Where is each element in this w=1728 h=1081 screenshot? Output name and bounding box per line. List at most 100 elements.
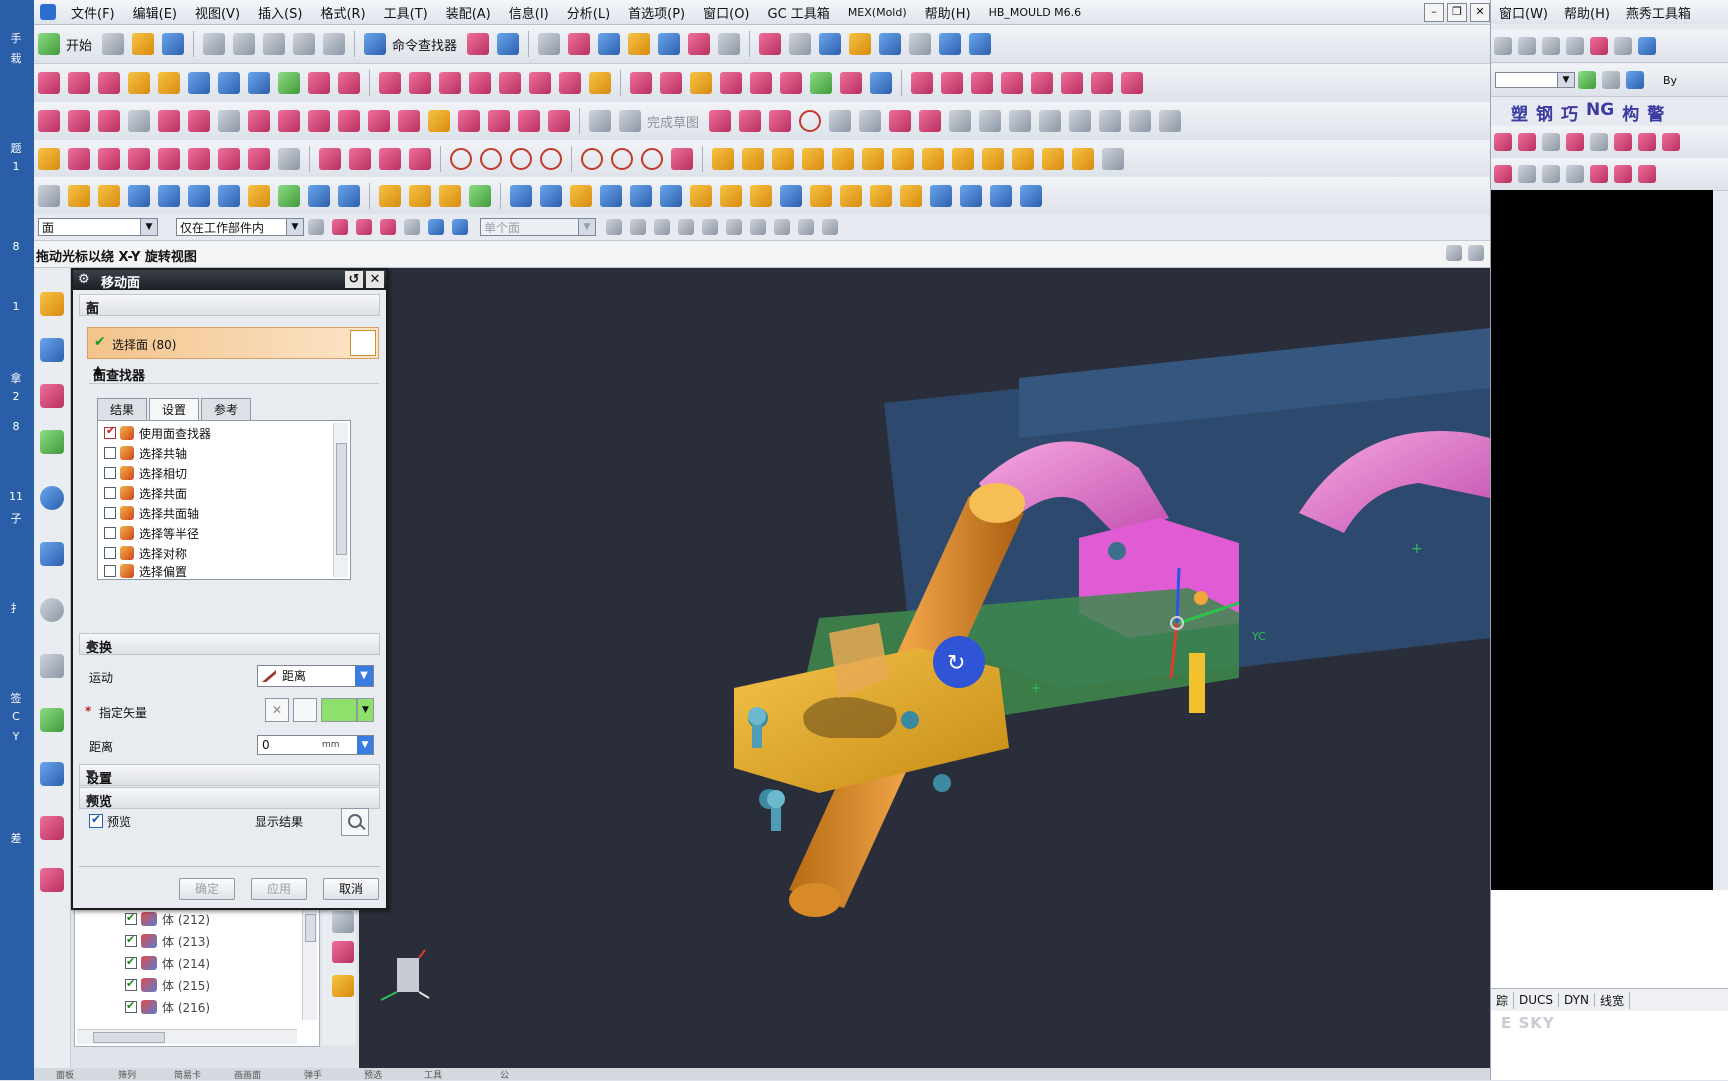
rp-layer-icon[interactable] <box>1602 71 1620 89</box>
rp-cn-button[interactable]: 巧 <box>1561 100 1578 125</box>
command-finder-button[interactable]: 命令查找器 <box>392 35 457 54</box>
studio-spline-icon[interactable] <box>188 110 210 132</box>
edge-blend-icon[interactable] <box>338 185 360 207</box>
select-face-row[interactable]: ✔ 选择面 (80) <box>87 327 379 359</box>
curve-split-icon[interactable] <box>971 72 993 94</box>
tangent-line-icon[interactable] <box>188 148 210 170</box>
rp-layer-icon[interactable] <box>1626 71 1644 89</box>
reuse-library-icon[interactable] <box>40 430 64 454</box>
copy-face-icon[interactable] <box>780 185 802 207</box>
rp-tool-icon[interactable] <box>1494 37 1512 55</box>
type-filter-select[interactable]: 面 ▼ <box>38 218 158 236</box>
split-icon[interactable] <box>349 148 371 170</box>
thicken-icon[interactable] <box>529 72 551 94</box>
rp-tool-icon[interactable] <box>1542 165 1560 183</box>
rp-tool-icon[interactable] <box>1494 133 1512 151</box>
reflection-icon[interactable] <box>840 72 862 94</box>
arc-icon[interactable] <box>68 110 90 132</box>
snap-on-face-icon[interactable] <box>798 219 814 235</box>
through-curves-icon[interactable] <box>218 72 240 94</box>
ruler-icon[interactable] <box>718 33 741 55</box>
snap-mid-icon[interactable] <box>630 219 646 235</box>
trim-body-icon[interactable] <box>540 185 562 207</box>
point-tool-icon[interactable] <box>248 148 270 170</box>
status-maximize-icon[interactable] <box>1468 245 1484 261</box>
bottom-tab[interactable]: 筛列 <box>118 1068 136 1081</box>
roles-icon[interactable] <box>40 816 64 840</box>
rp-tool-icon[interactable] <box>1590 133 1608 151</box>
snap-quadrant-icon[interactable] <box>726 219 742 235</box>
rectangle-select-icon[interactable] <box>404 219 420 235</box>
feature-slot-icon[interactable] <box>922 148 944 170</box>
bottom-tab[interactable]: 面板 <box>56 1068 74 1081</box>
rp-tool-icon[interactable] <box>1566 133 1584 151</box>
section-face[interactable]: 面 ▲ <box>79 294 380 317</box>
curve-join-icon[interactable] <box>1121 72 1143 94</box>
line-tool-icon[interactable] <box>68 148 90 170</box>
line-icon[interactable] <box>38 110 60 132</box>
polygon-icon[interactable] <box>248 110 270 132</box>
body-select-icon[interactable] <box>452 219 468 235</box>
mold-base-icon[interactable] <box>68 185 90 207</box>
feature-boss-icon[interactable] <box>832 148 854 170</box>
close-icon[interactable]: ✕ <box>366 271 384 288</box>
cancel-button[interactable]: 取消 <box>323 878 379 900</box>
rp-tool-icon[interactable] <box>1614 133 1632 151</box>
assembly-navigator-icon[interactable] <box>40 292 64 316</box>
bottom-tab[interactable]: 弹手 <box>304 1068 322 1081</box>
project-curve-icon[interactable] <box>338 110 360 132</box>
navigator-vertical-scrollbar[interactable] <box>302 910 317 1020</box>
feature-extrude-icon[interactable] <box>742 148 764 170</box>
list-item[interactable]: 体 (214) <box>125 953 210 973</box>
distance-input[interactable]: 0 mm ▼ <box>257 735 374 755</box>
curve-extend-icon[interactable] <box>1001 72 1023 94</box>
x-form-icon[interactable] <box>630 72 652 94</box>
replace-blend-icon[interactable] <box>750 185 772 207</box>
sketch-circle-icon[interactable] <box>799 110 822 132</box>
rp-tool-icon[interactable] <box>1542 133 1560 151</box>
visibility-checkbox[interactable] <box>125 999 137 1013</box>
show-result-button[interactable] <box>341 808 369 836</box>
rp-tool-icon[interactable] <box>1638 133 1656 151</box>
rp-cn-button[interactable]: 构 <box>1622 100 1639 125</box>
rp-cn-button[interactable]: 警 <box>1647 100 1664 125</box>
z-axis-handle[interactable] <box>1175 567 1181 624</box>
motion-select[interactable]: 距离 ▼ <box>257 665 374 687</box>
mirror-face-icon[interactable] <box>840 185 862 207</box>
arc-tool-icon[interactable] <box>218 148 240 170</box>
feature-hole-icon[interactable] <box>802 148 824 170</box>
block-icon[interactable] <box>128 185 150 207</box>
ok-button[interactable]: 确定 <box>179 878 235 900</box>
copy-icon[interactable] <box>233 33 256 55</box>
bottom-tab[interactable]: 公 <box>500 1068 509 1081</box>
rp-layer-icon[interactable] <box>1578 71 1596 89</box>
feature-pocket-icon[interactable] <box>862 148 884 170</box>
enlarge-icon[interactable] <box>589 72 611 94</box>
sew-icon[interactable] <box>469 72 491 94</box>
text-icon[interactable] <box>218 110 240 132</box>
face-rule-select[interactable]: 单个面 ▼ <box>480 218 596 236</box>
status-ducs[interactable]: DUCS <box>1514 993 1560 1007</box>
finder-option[interactable]: 选择等半径 <box>104 523 199 543</box>
save-icon[interactable] <box>162 33 185 55</box>
rp-select[interactable]: ▼ <box>1495 72 1575 88</box>
rp-cn-button[interactable]: 钢 <box>1536 100 1553 125</box>
rp-tool-icon[interactable] <box>1638 165 1656 183</box>
status-track[interactable]: 踪 <box>1491 991 1515 1009</box>
offset-region-icon[interactable] <box>720 185 742 207</box>
curve-chamfer-icon[interactable] <box>1091 72 1113 94</box>
sketch-line-icon[interactable] <box>739 110 762 132</box>
filter-reset-icon[interactable] <box>308 219 324 235</box>
rp-tool-icon[interactable] <box>1542 37 1560 55</box>
bracket-icon[interactable] <box>379 148 401 170</box>
draft-analysis-icon[interactable] <box>870 72 892 94</box>
process-studio-icon[interactable] <box>40 708 64 732</box>
rectangle-icon[interactable] <box>128 110 150 132</box>
sketch-arc-icon[interactable] <box>769 110 792 132</box>
feature-thread-icon[interactable] <box>982 148 1004 170</box>
snap-point-icon[interactable] <box>332 219 348 235</box>
rp-tool-icon[interactable] <box>1518 133 1536 151</box>
sketch-rectangle-icon[interactable] <box>889 110 912 132</box>
rp-tool-icon[interactable] <box>1518 165 1536 183</box>
paste-icon[interactable] <box>263 33 286 55</box>
